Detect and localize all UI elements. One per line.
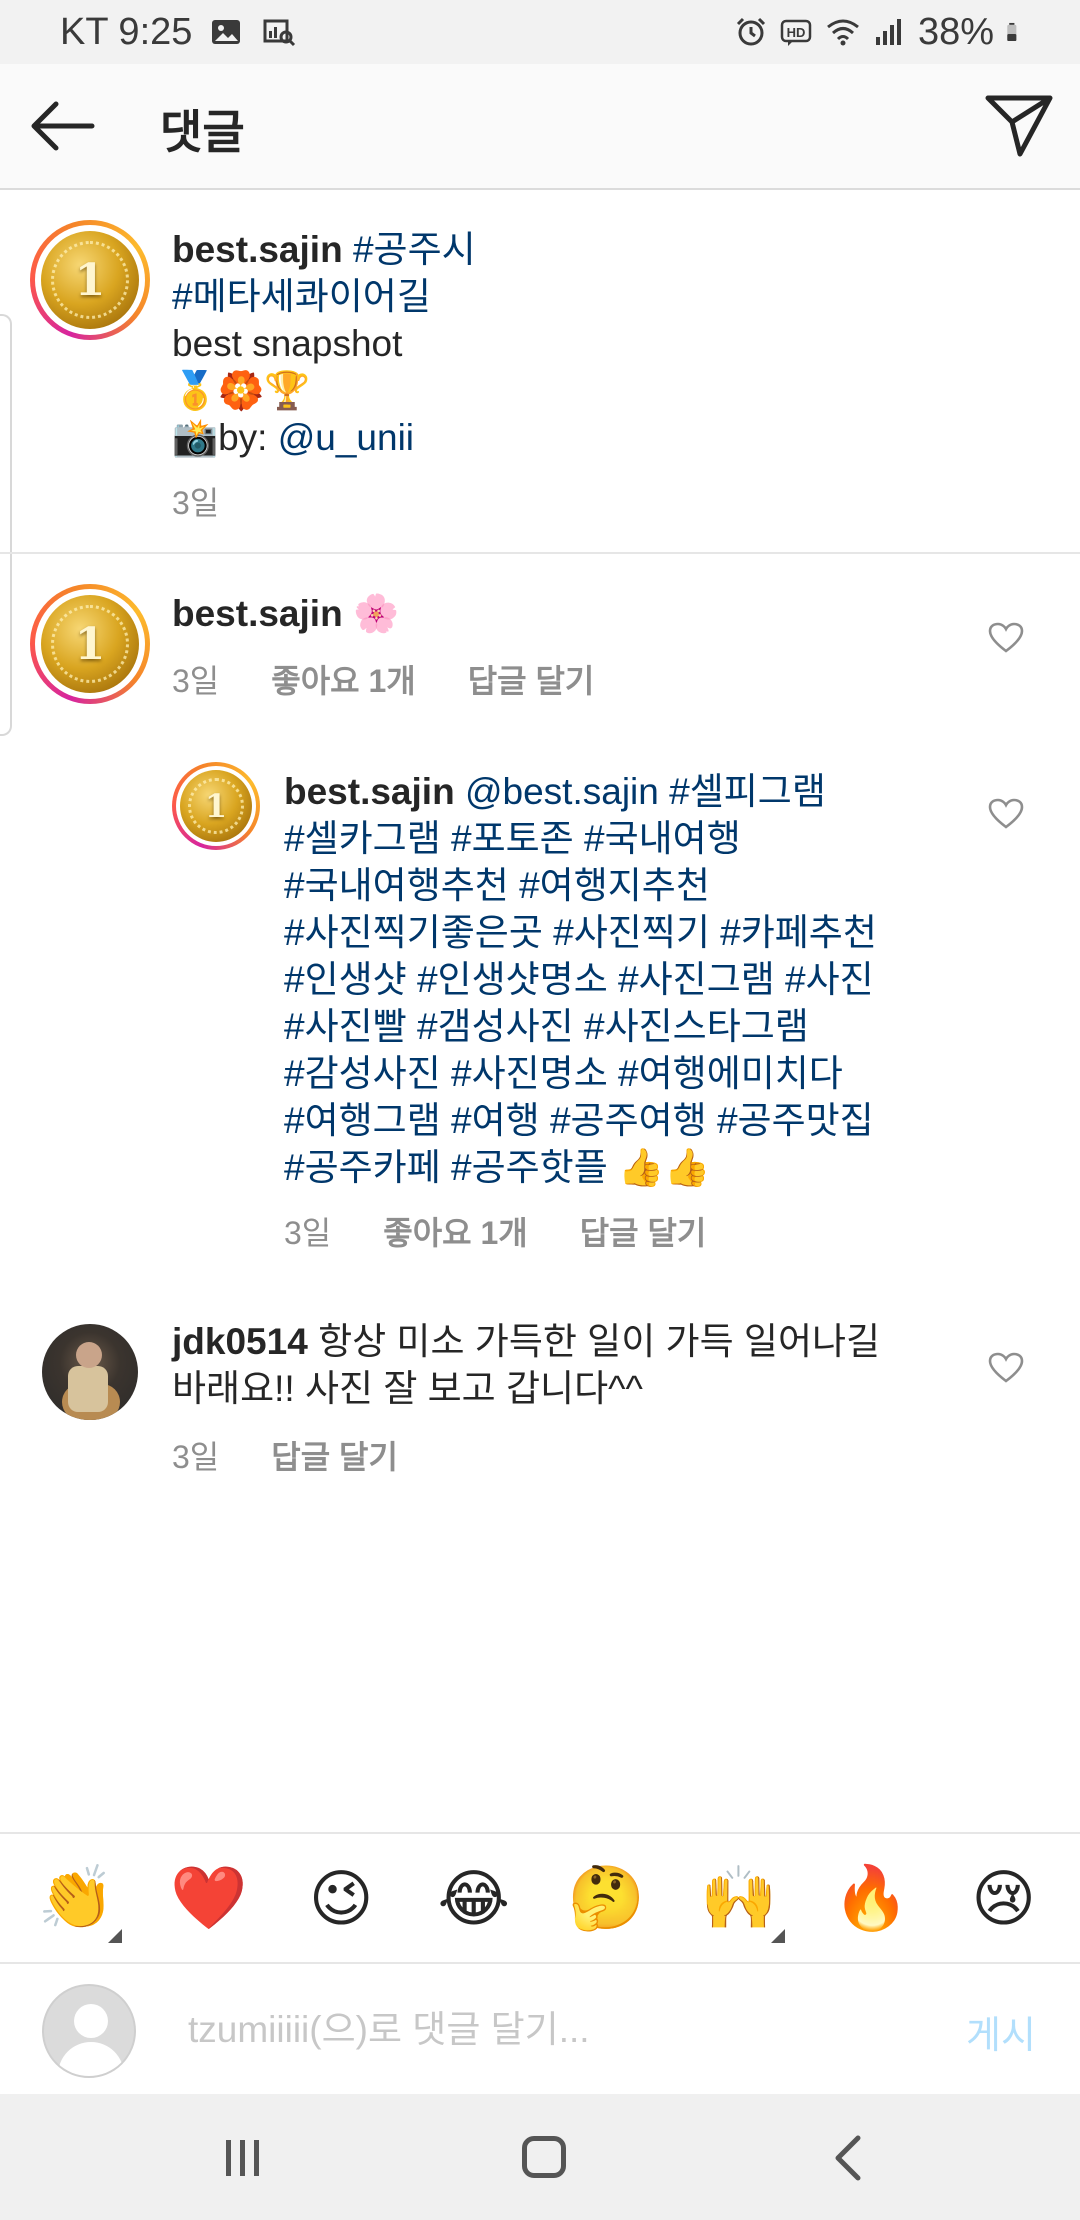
comment-username[interactable]: best.sajin xyxy=(172,593,343,634)
reply-button[interactable]: 답글 달기 xyxy=(468,656,595,702)
scroll-edge-handle[interactable] xyxy=(0,314,12,736)
comment-body: 🌸 xyxy=(352,593,400,634)
hashtag-link[interactable]: #메타세콰이어길 xyxy=(172,273,1032,320)
heart-icon[interactable] xyxy=(988,798,1024,830)
emoji-fire[interactable]: 🔥 xyxy=(821,1862,921,1935)
recent-apps-icon[interactable] xyxy=(222,2138,264,2178)
comment-input[interactable] xyxy=(188,2002,928,2058)
wifi-icon xyxy=(827,19,859,46)
likes-count[interactable]: 좋아요 1개 xyxy=(271,656,415,702)
comment-composer: 게시 xyxy=(0,1962,1080,2094)
caption-emojis: 🥇🏵️🏆 xyxy=(172,370,311,411)
avatar[interactable]: 1 xyxy=(172,762,260,850)
battery-icon xyxy=(1007,22,1017,42)
scan-icon xyxy=(263,19,296,47)
medal-avatar-image: 1 xyxy=(41,595,139,693)
battery-percent: 38% xyxy=(917,10,994,53)
avatar[interactable] xyxy=(42,1324,138,1420)
hashtag-line[interactable]: #국내여행추천 #여행지추천 xyxy=(284,862,984,909)
emoji-joy[interactable]: 😂 xyxy=(424,1862,524,1935)
likes-count[interactable]: 좋아요 1개 xyxy=(383,1208,527,1254)
caption-line: best snapshot xyxy=(172,323,403,364)
timestamp: 3일 xyxy=(172,485,220,521)
comment-username[interactable]: jdk0514 xyxy=(172,1321,308,1362)
mention-link[interactable]: @best.sajin xyxy=(465,771,659,812)
hd-icon: HD xyxy=(780,19,812,46)
svg-text:HD: HD xyxy=(787,25,806,40)
status-bar: KT 9:25 HD 38% xyxy=(0,0,1080,64)
system-nav-bar xyxy=(0,2094,1080,2220)
mention-link[interactable]: @u_unii xyxy=(278,417,414,458)
hashtag-line[interactable]: #인생샷 #인생샷명소 #사진그램 #사진 xyxy=(284,956,984,1003)
medal-avatar-image: 1 xyxy=(180,770,252,842)
reply-username[interactable]: best.sajin xyxy=(284,771,455,812)
hashtag-link[interactable]: #공주시 xyxy=(353,229,476,270)
reply-meta: 3일 좋아요 1개 답글 달기 xyxy=(284,1208,706,1254)
caption-username[interactable]: best.sajin xyxy=(172,229,343,270)
paper-plane-icon[interactable] xyxy=(984,92,1054,158)
emoji-clap[interactable]: 👏 xyxy=(26,1862,126,1943)
carrier-time: KT 9:25 xyxy=(60,10,193,53)
post-button[interactable]: 게시 xyxy=(966,2004,1036,2059)
hashtag-line[interactable]: #공주카페 #공주핫플 xyxy=(284,1147,608,1188)
comment-body: 바래요!! 사진 잘 보고 갑니다^^ xyxy=(172,1368,643,1409)
header: 댓글 xyxy=(0,64,1080,190)
arrow-left-icon[interactable] xyxy=(26,94,98,158)
comment-body: 항상 미소 가득한 일이 가득 일어나길 xyxy=(318,1321,881,1362)
avatar[interactable]: 1 xyxy=(30,584,150,704)
hashtag-line[interactable]: #사진찍기좋은곳 #사진찍기 #카페추천 xyxy=(284,909,984,956)
timestamp: 3일 xyxy=(172,663,220,699)
alarm-icon xyxy=(736,17,765,46)
page-title: 댓글 xyxy=(160,106,245,158)
emoji-heart[interactable]: ❤️ xyxy=(159,1862,259,1935)
home-icon[interactable] xyxy=(522,2136,566,2178)
avatar[interactable]: 1 xyxy=(30,220,150,340)
hashtag-line[interactable]: #여행그램 #여행 #공주여행 #공주맛집 xyxy=(284,1097,984,1144)
comment-meta: 3일 좋아요 1개 답글 달기 xyxy=(172,656,594,702)
caption-credit: 📸by: xyxy=(172,417,278,458)
medal-avatar-image: 1 xyxy=(41,231,139,329)
comment-text: best.sajin 🌸 xyxy=(172,590,952,637)
reply-button[interactable]: 답글 달기 xyxy=(271,1432,398,1478)
heart-icon[interactable] xyxy=(988,1352,1024,1384)
timestamp: 3일 xyxy=(284,1215,332,1251)
hashtag-line[interactable]: #셀카그램 #포토존 #국내여행 xyxy=(284,815,984,862)
heart-icon[interactable] xyxy=(988,622,1024,654)
hashtag-line[interactable]: #사진빨 #갬성사진 #사진스타그램 xyxy=(284,1003,984,1050)
reply-text: best.sajin @best.sajin #셀피그램 #셀카그램 #포토존 … xyxy=(284,768,984,1191)
emoji-raised-hands[interactable]: 🙌 xyxy=(689,1862,789,1943)
caption-text: best.sajin #공주시 #메타세콰이어길 best snapshot 🥇… xyxy=(172,226,1032,461)
hashtag-link[interactable]: #셀피그램 xyxy=(669,771,826,812)
signal-icon xyxy=(875,19,901,45)
back-nav-icon[interactable] xyxy=(828,2134,868,2182)
reply-emojis: 👍👍 xyxy=(607,1147,711,1188)
caption-meta: 3일 xyxy=(172,478,219,524)
comment-meta: 3일 답글 달기 xyxy=(172,1432,398,1478)
quick-emoji-bar: 👏 ❤️ 😉 😂 🤔 🙌 🔥 😢 xyxy=(0,1832,1080,1962)
emoji-cry[interactable]: 😢 xyxy=(954,1862,1054,1935)
my-avatar xyxy=(42,1984,136,2078)
hashtag-line[interactable]: #감성사진 #사진명소 #여행에미치다 xyxy=(284,1050,984,1097)
timestamp: 3일 xyxy=(172,1439,220,1475)
reply-button[interactable]: 답글 달기 xyxy=(580,1208,707,1254)
emoji-wink[interactable]: 😉 xyxy=(291,1862,391,1935)
comment-text: jdk0514 항상 미소 가득한 일이 가득 일어나길 바래요!! 사진 잘 … xyxy=(172,1318,972,1412)
image-icon xyxy=(212,20,241,44)
emoji-thinking[interactable]: 🤔 xyxy=(556,1862,656,1935)
divider xyxy=(0,552,1080,554)
